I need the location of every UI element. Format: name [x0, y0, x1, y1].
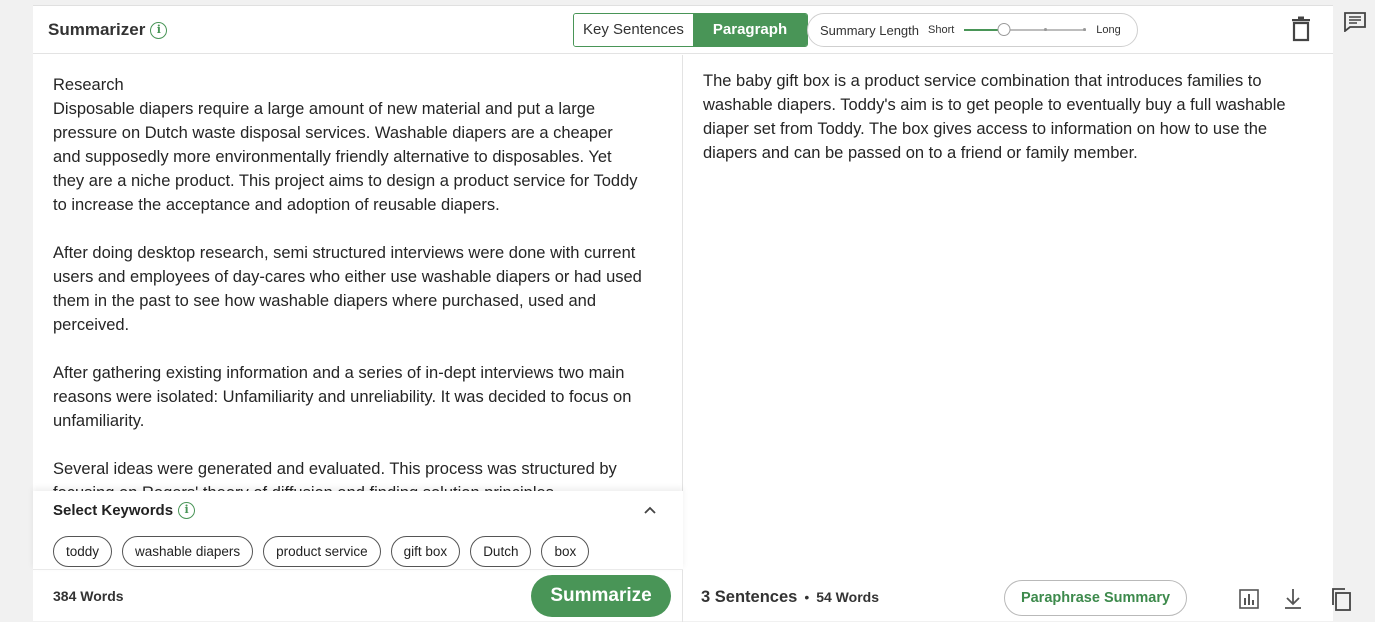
keyword-chip[interactable]: box [541, 536, 590, 567]
paraphrase-summary-button[interactable]: Paraphrase Summary [1004, 580, 1187, 616]
mode-key-sentences[interactable]: Key Sentences [574, 14, 693, 46]
keyword-chip[interactable]: product service [263, 536, 381, 567]
keywords-panel: Select Keywords i toddy washable diapers… [33, 491, 683, 570]
download-icon[interactable] [1281, 587, 1305, 611]
page-title-label: Summarizer [48, 20, 146, 39]
summary-length-max: Long [1096, 24, 1121, 36]
summarizer-app: Summarizer i Key Sentences Paragraph Sum… [33, 5, 1351, 622]
summary-length-min: Short [928, 24, 955, 36]
keyword-chips: toddy washable diapers product service g… [53, 536, 590, 567]
slider-tick [1083, 28, 1087, 31]
keyword-chip[interactable]: toddy [53, 536, 113, 567]
chart-icon[interactable] [1237, 587, 1261, 611]
toolbar: Summarizer i Key Sentences Paragraph Sum… [33, 6, 1333, 54]
keyword-chip[interactable]: Dutch [470, 536, 532, 567]
summary-word-count: 54 Words [816, 589, 879, 605]
summary-length-label: Summary Length [820, 22, 919, 38]
input-pane: Research Disposable diapers require a la… [33, 55, 683, 622]
output-pane: The baby gift box is a product service c… [684, 55, 1351, 622]
summarize-button[interactable]: Summarize [531, 575, 671, 617]
input-word-count: 384 Words [53, 588, 124, 604]
keywords-title: Select Keywords i [53, 502, 196, 519]
mode-switch: Key Sentences Paragraph [573, 13, 809, 47]
mode-paragraph[interactable]: Paragraph [692, 14, 808, 46]
info-icon[interactable]: i [178, 502, 196, 519]
slider-tick [1044, 28, 1048, 31]
keyword-chip[interactable]: washable diapers [122, 536, 254, 567]
sentence-count: 3 Sentences [701, 588, 798, 606]
summary-length-control: Summary Length Short Long [807, 13, 1138, 47]
stats-separator: • [804, 589, 810, 605]
keyword-chip[interactable]: gift box [390, 536, 461, 567]
trash-icon[interactable] [1290, 16, 1312, 42]
feedback-icon[interactable] [1344, 12, 1366, 32]
summary-output: The baby gift box is a product service c… [703, 72, 1286, 162]
chevron-up-icon[interactable] [643, 505, 657, 515]
input-text-area[interactable]: Research Disposable diapers require a la… [53, 73, 643, 493]
copy-icon[interactable] [1329, 587, 1353, 611]
summary-length-slider[interactable] [964, 22, 1087, 38]
info-icon[interactable]: i [150, 21, 168, 39]
page-title: Summarizer i [48, 20, 168, 40]
slider-thumb[interactable] [997, 23, 1011, 36]
keywords-title-label: Select Keywords [53, 502, 174, 519]
summary-stats: 3 Sentences • 54 Words [701, 588, 879, 607]
